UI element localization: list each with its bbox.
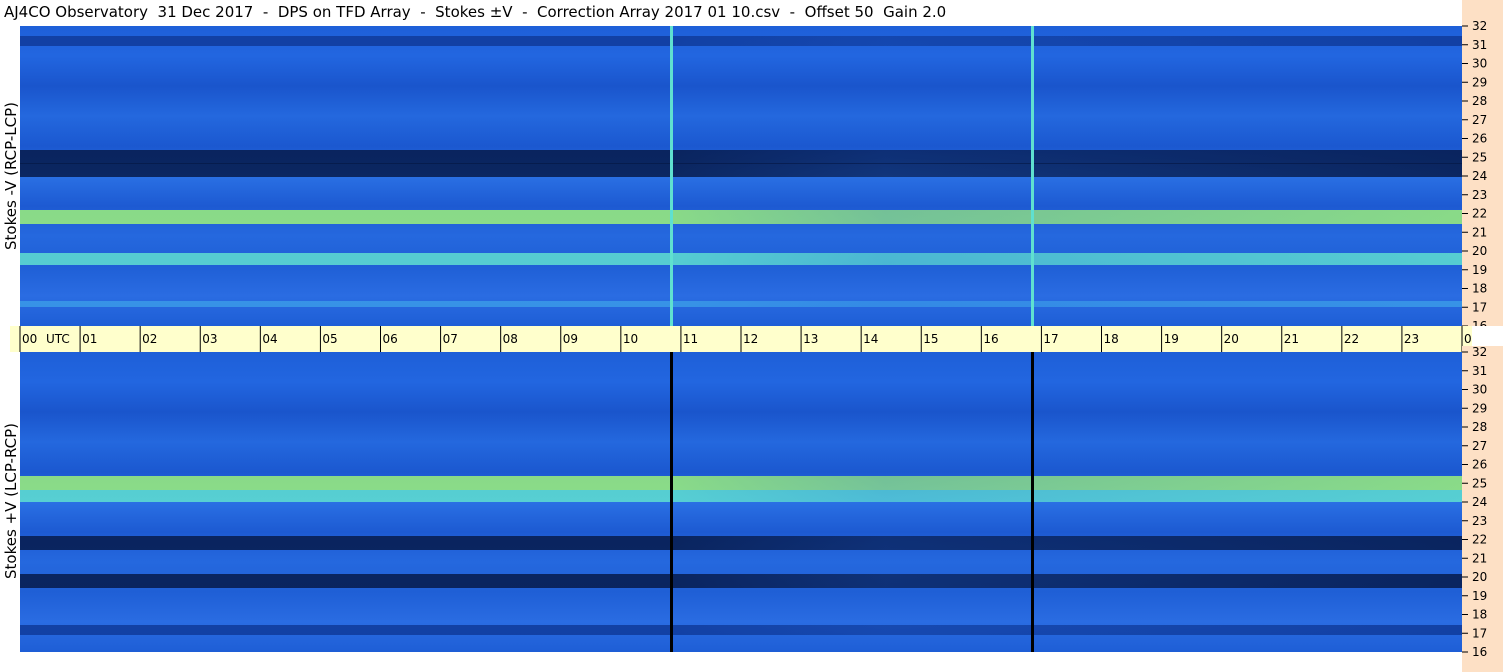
time-tick-label: 17 [1043, 332, 1058, 346]
time-axis: 00 01 02 03 04 05 06 07 08 09 10 11 12 13 14 15 16 17 18 19… [10, 326, 1472, 352]
freq-tick-label: 18 [1472, 282, 1487, 296]
time-tick-label: 13 [803, 332, 818, 346]
time-tick-label: 04 [262, 332, 277, 346]
time-tick-label: 10 [623, 332, 638, 346]
freq-tick-label: 29 [1472, 75, 1487, 89]
time-tick-label: 18 [1104, 332, 1119, 346]
time-tick-label: 22 [1344, 332, 1359, 346]
spectral-band [20, 150, 1462, 165]
freq-tick-label: 19 [1472, 589, 1487, 603]
spectral-band [20, 573, 1462, 588]
freq-tick-label: 27 [1472, 439, 1487, 453]
freq-tick-label: 25 [1472, 476, 1487, 490]
freq-tick-label: 20 [1472, 570, 1487, 584]
chart-title: AJ4CO Observatory 31 Dec 2017 - DPS on T… [4, 3, 947, 21]
time-tick-label: 21 [1284, 332, 1299, 346]
freq-tick-label: 23 [1472, 188, 1487, 202]
freq-tick-label: 17 [1472, 300, 1487, 314]
freq-tick-label: 23 [1472, 514, 1487, 528]
vertical-line [670, 352, 674, 652]
freq-tick-label: 29 [1472, 401, 1487, 415]
spectral-band [20, 163, 1462, 178]
time-tick-label: 20 [1224, 332, 1239, 346]
time-tick-label: 19 [1164, 332, 1179, 346]
time-tick-label: 14 [863, 332, 878, 346]
freq-tick-label: 30 [1472, 383, 1487, 397]
freq-tick-label: 20 [1472, 244, 1487, 258]
bottom-spectrogram [20, 352, 1462, 652]
top-panel-ylabel: Stokes -V (RCP-LCP) [2, 102, 20, 250]
freq-tick-label: 17 [1472, 626, 1487, 640]
time-tick-label: 16 [983, 332, 998, 346]
spectral-band [20, 36, 1462, 46]
freq-tick-label: 18 [1472, 608, 1487, 622]
freq-tick-label: 26 [1472, 132, 1487, 146]
utc-unit-label: UTC [46, 332, 70, 346]
time-tick-label: 00 [22, 332, 37, 346]
spectral-band [20, 210, 1462, 225]
time-tick-label: 11 [683, 332, 698, 346]
spectral-band [20, 252, 1462, 265]
time-tick-label: 01 [82, 332, 97, 346]
freq-tick-label: 24 [1472, 495, 1487, 509]
freq-tick-label: 26 [1472, 458, 1487, 472]
time-tick-label: 23 [1404, 332, 1419, 346]
freq-tick-label: 24 [1472, 169, 1487, 183]
freq-tick-label: 27 [1472, 113, 1487, 127]
time-tick-label: 07 [443, 332, 458, 346]
vertical-line [1030, 26, 1034, 326]
time-tick-label: 09 [563, 332, 578, 346]
time-tick-label: 00 [1464, 332, 1472, 346]
top-spectrogram [20, 26, 1462, 326]
freq-tick-label: 28 [1472, 94, 1487, 108]
freq-tick-label: 31 [1472, 38, 1487, 52]
freq-tick-label: 16 [1472, 645, 1487, 659]
freq-tick-label: 22 [1472, 533, 1487, 547]
freq-tick-label: 32 [1472, 346, 1487, 359]
vertical-line [670, 26, 674, 326]
freq-tick-label: 22 [1472, 207, 1487, 221]
bottom-panel-ylabel: Stokes +V (LCP-RCP) [2, 423, 20, 579]
freq-tick-label: 32 [1472, 19, 1487, 33]
freq-tick-label: 16 [1472, 319, 1487, 326]
freq-axis-top: 16 17 18 19 20 21 22 23 24 25 26 27 28 29 30 31 32 [1462, 0, 1503, 326]
time-tick-label: 15 [923, 332, 938, 346]
freq-tick-label: 28 [1472, 420, 1487, 434]
freq-tick-label: 31 [1472, 364, 1487, 378]
freq-axis-bottom: 16 17 18 19 20 21 22 23 24 25 26 27 28 29 30 31 32 [1462, 346, 1503, 672]
time-tick-label: 03 [202, 332, 217, 346]
spectral-band [20, 476, 1462, 491]
time-tick-label: 05 [322, 332, 337, 346]
freq-tick-label: 21 [1472, 551, 1487, 565]
time-tick-label: 08 [503, 332, 518, 346]
spectral-band [20, 300, 1462, 307]
vertical-line [1030, 352, 1034, 652]
freq-tick-label: 30 [1472, 57, 1487, 71]
time-tick-label: 02 [142, 332, 157, 346]
time-tick-label: 06 [383, 332, 398, 346]
time-tick-label: 12 [743, 332, 758, 346]
freq-tick-label: 19 [1472, 263, 1487, 277]
freq-tick-label: 25 [1472, 150, 1487, 164]
spectral-band [20, 624, 1462, 635]
spectral-band [20, 490, 1462, 503]
spectral-band [20, 536, 1462, 551]
freq-tick-label: 21 [1472, 225, 1487, 239]
